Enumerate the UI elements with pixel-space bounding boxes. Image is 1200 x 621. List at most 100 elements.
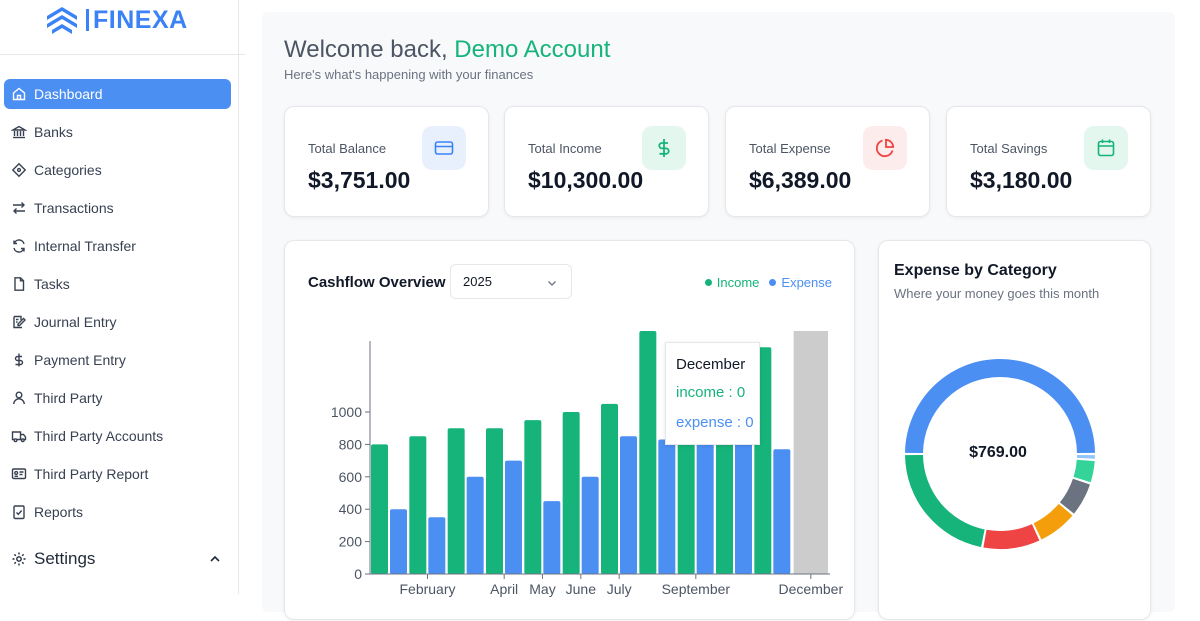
bar-expense-august[interactable] [658,439,676,574]
sidebar-item-label: Settings [34,549,96,568]
stat-card-total-balance: Total Balance $3,751.00 [284,106,489,217]
brand-logo[interactable]: FINEXA [44,4,188,36]
sidebar-item-label: Third Party Accounts [34,428,164,444]
stat-icon-box [863,126,907,170]
bar-income-april[interactable] [486,428,503,574]
sidebar-item-journal-entry[interactable]: Journal Entry [4,307,231,337]
truck-icon [11,431,27,443]
x-tick-label: May [529,581,555,597]
sidebar-item-label: Payment Entry [34,352,126,368]
chart-tooltip: December income : 0 expense : 0 [665,342,760,445]
donut-slice-4[interactable] [1033,503,1073,540]
user-name: Demo Account [454,36,611,63]
file-icon [14,277,25,291]
donut-slice-0[interactable] [905,358,1095,454]
calendar-icon [1097,139,1115,157]
y-tick-label: 1000 [331,404,362,420]
dollar-icon [658,139,670,157]
donut-slice-3[interactable] [1059,478,1090,514]
gear-icon [12,552,26,566]
sidebar-item-categories[interactable]: Categories [4,155,231,185]
bar-expense-may[interactable] [543,501,561,574]
sidebar-item-third-party-accounts[interactable]: Third Party Accounts [4,421,231,451]
bar-expense-april[interactable] [505,460,522,574]
y-tick-label: 600 [339,469,363,485]
stat-card-total-income: Total Income $10,300.00 [504,106,709,217]
bar-income-june[interactable] [562,412,580,574]
bar-expense-february[interactable] [428,517,446,574]
y-tick-label: 400 [339,501,363,517]
stat-value: $3,751.00 [308,167,411,193]
bar-income-january[interactable] [371,444,388,574]
donut-total: $769.00 [969,444,1027,461]
sidebar-divider [0,54,245,55]
sidebar-item-label: Internal Transfer [34,238,136,254]
bar-expense-march[interactable] [466,476,484,574]
bar-income-august[interactable] [639,331,657,574]
sidebar-item-internal-transfer[interactable]: Internal Transfer [4,231,231,261]
pie-chart-icon [875,138,895,158]
bar-income-may[interactable] [524,420,542,574]
bar-income-february[interactable] [409,436,427,574]
bar-expense-september[interactable] [696,439,714,574]
stat-icon-box [1084,126,1128,170]
clipboard-check-icon [13,505,25,520]
brand-name: FINEXA [93,5,188,34]
x-tick-label: June [566,581,597,597]
sidebar-item-payment-entry[interactable]: Payment Entry [4,345,231,375]
stat-value: $10,300.00 [528,167,644,193]
welcome-prefix: Welcome back, [284,36,448,63]
sidebar-item-tasks[interactable]: Tasks [4,269,231,299]
sidebar-item-settings[interactable]: Settings [4,545,231,573]
sidebar-item-label: Reports [34,504,84,520]
sidebar-item-label: Transactions [34,200,114,216]
stat-icon-box [642,126,686,170]
y-tick-label: 0 [354,566,362,582]
stat-card-total-expense: Total Expense $6,389.00 [725,106,930,217]
sidebar-item-reports[interactable]: Reports [4,497,231,527]
x-tick-label: December [779,581,844,597]
donut-slice-5[interactable] [983,524,1040,549]
donut-slice-2[interactable] [1073,459,1095,483]
sidebar-item-dashboard[interactable]: Dashboard [4,79,231,109]
y-tick-label: 200 [339,534,363,550]
sidebar-item-banks[interactable]: Banks [4,117,231,147]
bar-expense-january[interactable] [390,509,407,574]
sidebar-item-label: Banks [34,124,73,140]
expense-donut-chart[interactable] [879,241,1152,621]
user-icon [13,391,25,405]
x-tick-label: September [662,581,731,597]
page-title: Welcome back, Demo Account [284,36,610,64]
bar-expense-november[interactable] [773,449,791,574]
edit-note-icon [13,315,26,329]
stat-label: Total Expense [749,141,831,156]
y-tick-label: 800 [339,436,363,452]
sidebar-item-third-party-report[interactable]: Third Party Report [4,459,231,489]
cashflow-bar-chart[interactable]: 0 200 400 600 800 1000 February April May June Jul… [285,241,856,621]
sidebar-item-third-party[interactable]: Third Party [4,383,231,413]
bar-expense-july[interactable] [620,436,637,574]
logo-divider [86,9,89,31]
report-card-icon [11,468,27,480]
bar-expense-june[interactable] [581,476,599,574]
stat-label: Total Savings [970,141,1048,156]
bar-expense-october[interactable] [735,436,752,574]
cashflow-card: Cashflow Overview 2025 Income Expense 02… [284,240,855,620]
bar-income-march[interactable] [447,428,465,574]
donut-slice-1[interactable] [1076,454,1095,459]
home-icon [12,87,26,101]
sidebar-item-label: Third Party Report [34,466,149,482]
x-tick-label: July [607,581,632,597]
stat-label: Total Income [528,141,602,156]
chevron-up-icon[interactable] [209,553,221,565]
tooltip-expense: expense : 0 [676,414,754,431]
sidebar-item-transactions[interactable]: Transactions [4,193,231,223]
tag-icon [11,162,27,178]
stat-card-total-savings: Total Savings $3,180.00 [946,106,1151,217]
donut-slice-6[interactable] [905,454,985,548]
dollar-icon [14,353,24,367]
sidebar-nav: Dashboard Banks Categories Transactions … [4,79,231,535]
bar-income-july[interactable] [601,403,618,574]
sidebar-item-label: Tasks [34,276,70,292]
x-tick-label: April [490,581,518,597]
